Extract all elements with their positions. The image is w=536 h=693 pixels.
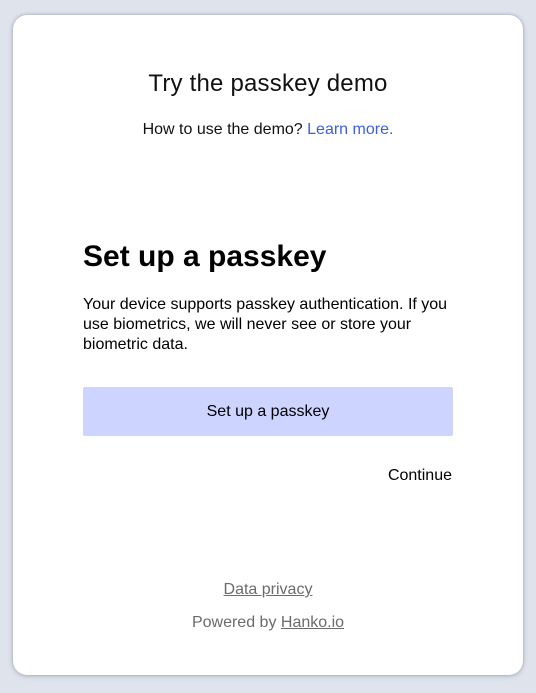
setup-passkey-description: Your device supports passkey authenticat…: [83, 296, 448, 353]
footer-privacy: Data privacy: [13, 581, 523, 599]
demo-title: Try the passkey demo: [148, 70, 388, 97]
setup-passkey-button[interactable]: Set up a passkey: [83, 387, 453, 436]
powered-by-label: Powered by: [191, 614, 281, 631]
setup-passkey-heading: Set up a passkey: [83, 240, 327, 273]
continue-link[interactable]: Continue: [388, 467, 452, 485]
demo-help-label: How to use the demo?: [142, 121, 308, 138]
passkey-card: Try the passkey demo How to use the demo…: [13, 15, 523, 675]
setup-passkey-section: Set up a passkey Your device supports pa…: [83, 237, 453, 355]
data-privacy-link[interactable]: Data privacy: [224, 581, 313, 598]
footer-powered-by: Powered by Hanko.io: [13, 614, 523, 632]
learn-more-link[interactable]: Learn more.: [307, 121, 393, 138]
demo-help-text: How to use the demo? Learn more.: [13, 121, 523, 139]
hanko-link[interactable]: Hanko.io: [281, 614, 344, 631]
